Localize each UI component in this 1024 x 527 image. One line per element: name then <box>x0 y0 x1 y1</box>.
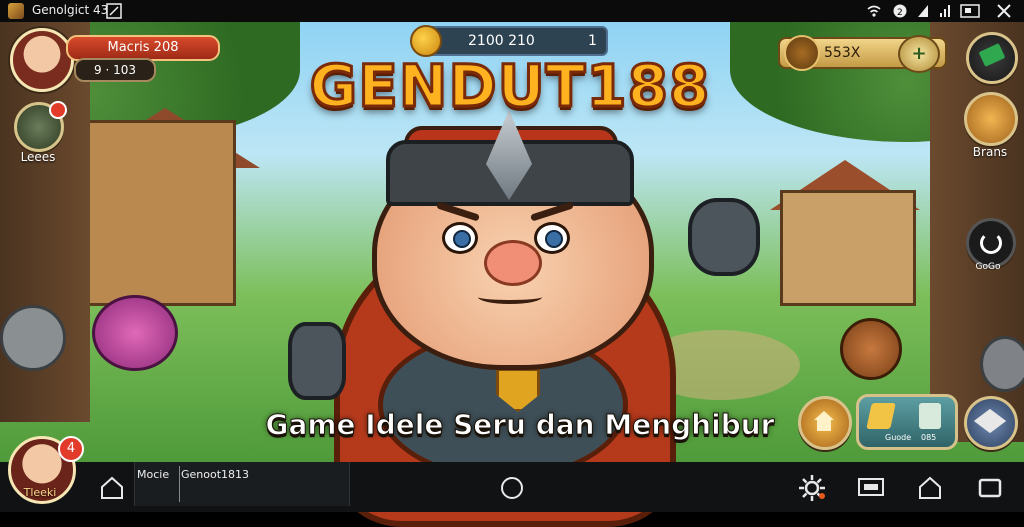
eye-left <box>442 222 478 254</box>
profile-badge: 4 <box>58 436 84 462</box>
inventory-button[interactable] <box>964 396 1018 450</box>
recents-icon[interactable] <box>976 474 1004 502</box>
guide-button[interactable]: Guode 085 <box>856 394 958 450</box>
window-icon[interactable] <box>960 3 980 19</box>
svg-text:2: 2 <box>897 8 903 18</box>
recent-tab[interactable]: Mocie Genoot1813 <box>134 462 350 506</box>
eye-right <box>534 222 570 254</box>
home-button[interactable] <box>798 396 852 450</box>
refresh-icon <box>980 232 1002 254</box>
currency-value: 2100 210 <box>468 33 535 49</box>
hero-mouth <box>478 290 542 304</box>
tab-divider <box>179 466 180 502</box>
status-bar: Genolgict 43 2 <box>0 0 1024 22</box>
status-bar-title: Genolgict 43 <box>32 3 109 17</box>
hero-nose <box>484 240 542 286</box>
gem-icon <box>784 35 820 71</box>
clay-pot <box>840 318 902 380</box>
currency-count: 1 <box>588 33 597 49</box>
refresh-button[interactable] <box>966 218 1016 268</box>
bonus-button[interactable] <box>964 92 1018 146</box>
app-icon <box>8 3 24 19</box>
gem-bar: 553X + <box>778 35 947 73</box>
data-saver-icon: 2 <box>893 4 907 18</box>
close-icon[interactable] <box>996 3 1012 19</box>
creature-right <box>980 336 1024 392</box>
recent-tab-label-2: Genoot1813 <box>181 468 250 481</box>
creature-left <box>0 305 66 371</box>
guide-page-icon <box>919 403 941 429</box>
refresh-label: GoGo <box>975 262 1001 272</box>
add-gems-button[interactable]: + <box>898 35 940 73</box>
bonus-label: Brans <box>972 145 1008 159</box>
notification-dot <box>49 101 67 119</box>
expand-icon[interactable] <box>106 3 122 19</box>
battery-icon <box>918 5 928 17</box>
game-title: GENDUT188 <box>308 51 711 122</box>
wifi-icon <box>867 5 881 17</box>
gem-value: 553X <box>824 45 861 61</box>
house-left <box>80 120 236 306</box>
guide-book-icon <box>866 403 896 429</box>
cash-icon <box>978 43 1006 67</box>
hero-left-glove <box>288 322 346 400</box>
house-right <box>780 190 916 306</box>
profile-label: Tleeki <box>23 486 57 499</box>
home-outline-icon[interactable] <box>916 474 944 502</box>
quest-button[interactable] <box>14 101 67 152</box>
game-subtitle: Game Idele Seru dan Menghibur <box>265 408 775 442</box>
signal-icon <box>940 5 950 17</box>
quest-label: Leees <box>20 150 56 164</box>
guide-label: Guode <box>885 433 912 442</box>
hero-raised-fist <box>688 198 760 276</box>
magic-plant-pot <box>92 295 178 371</box>
settings-gear-icon[interactable] <box>796 472 828 504</box>
shop-cash-button[interactable] <box>966 32 1018 84</box>
player-avatar[interactable] <box>10 28 74 92</box>
home-icon <box>814 411 834 431</box>
circle-nav-icon[interactable] <box>498 474 526 502</box>
home-nav-icon[interactable] <box>98 474 126 502</box>
cast-icon[interactable] <box>856 474 886 502</box>
player-level: 9 · 103 <box>74 58 156 82</box>
guide-count: 085 <box>921 433 937 442</box>
currency-bar: 2100 210 1 <box>410 25 608 57</box>
coin-icon <box>410 25 442 57</box>
recent-tab-label-1: Mocie <box>137 468 170 481</box>
cube-icon <box>973 408 1007 434</box>
